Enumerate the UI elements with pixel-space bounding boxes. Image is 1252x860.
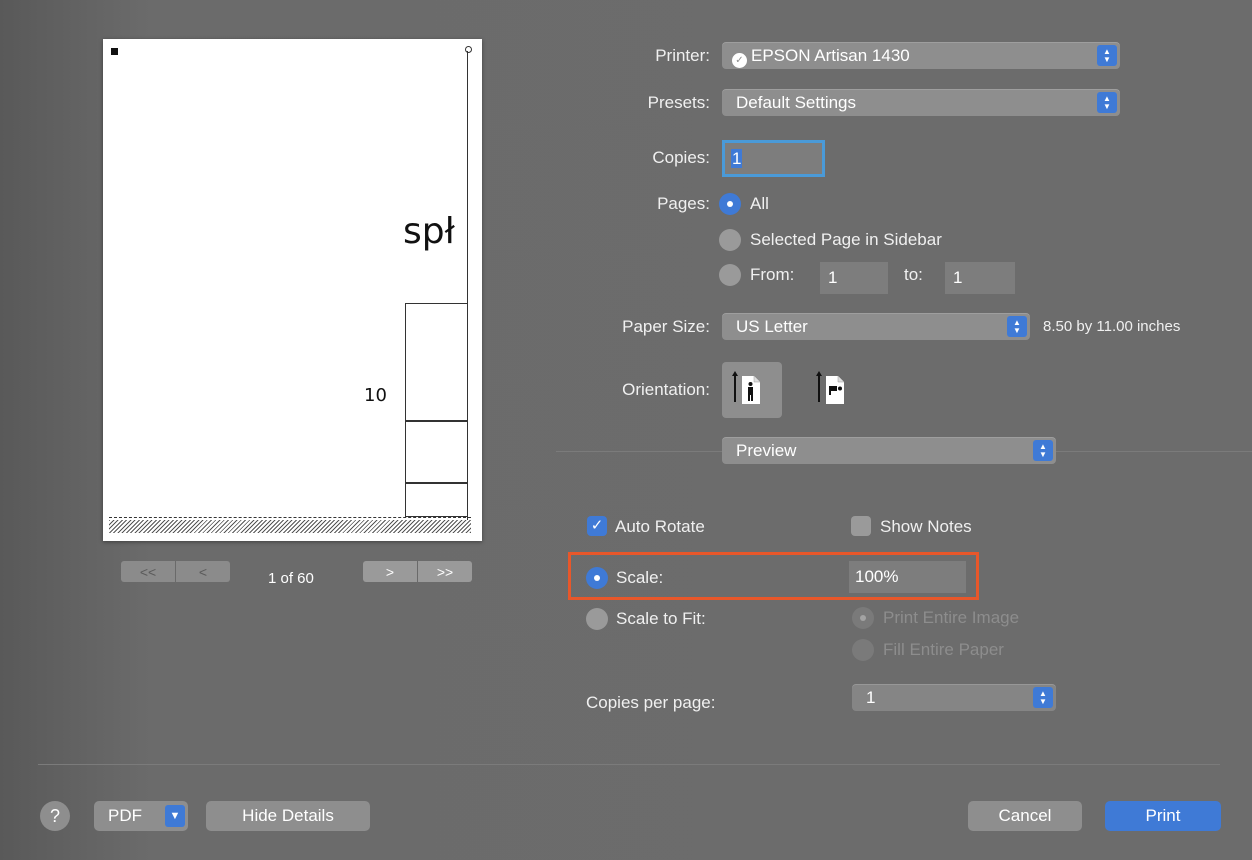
print-entire-image-radio[interactable] bbox=[852, 607, 874, 629]
pdf-label: PDF bbox=[108, 806, 142, 825]
printer-stepper-icon: ▲ ▼ bbox=[1097, 45, 1117, 66]
pages-all-label: All bbox=[750, 194, 769, 213]
section-popup[interactable]: Preview ▲ ▼ bbox=[722, 437, 1056, 464]
pages-selected-radio[interactable] bbox=[719, 229, 741, 251]
page-indicator: 1 of 60 bbox=[268, 570, 314, 587]
copies-per-page-popup[interactable]: 1 ▲ ▼ bbox=[852, 684, 1056, 711]
show-notes-label: Show Notes bbox=[880, 517, 972, 536]
paper-size-label: Paper Size: bbox=[622, 317, 710, 336]
fill-entire-paper-radio[interactable] bbox=[852, 639, 874, 661]
first-page-button[interactable]: << bbox=[121, 561, 175, 582]
pages-from-field[interactable]: 1 bbox=[820, 262, 888, 294]
page-nav-forward: > >> bbox=[363, 561, 472, 582]
pdf-button[interactable]: PDF ▼ bbox=[94, 801, 188, 831]
pages-from-label: From: bbox=[750, 265, 795, 284]
copies-per-page-label: Copies per page: bbox=[586, 693, 716, 712]
paper-size-popup[interactable]: US Letter ▲ ▼ bbox=[722, 313, 1030, 340]
print-dialog: spł 10 << < 1 of 60 > >> Printer: ✓ EPSON… bbox=[0, 0, 1252, 860]
pages-to-field[interactable]: 1 bbox=[945, 262, 1015, 294]
print-button[interactable]: Print bbox=[1105, 801, 1221, 831]
preview-table-rule bbox=[405, 420, 467, 422]
page-preview: spł 10 bbox=[103, 39, 482, 541]
page-nav-back: << < bbox=[121, 561, 230, 582]
preview-snippet-word: spł bbox=[403, 211, 455, 252]
preview-hatch-band bbox=[109, 520, 471, 533]
corner-mark bbox=[111, 48, 118, 55]
show-notes-checkbox[interactable] bbox=[851, 516, 871, 536]
scale-to-fit-radio[interactable] bbox=[586, 608, 608, 630]
chevron-down-icon: ▼ bbox=[165, 805, 185, 827]
preview-snippet-number: 10 bbox=[364, 385, 387, 406]
last-page-button[interactable]: >> bbox=[417, 561, 472, 582]
previous-page-button[interactable]: < bbox=[175, 561, 230, 582]
section-popup-value: Preview bbox=[736, 441, 797, 460]
preview-dashed-line bbox=[109, 517, 471, 518]
presets-value: Default Settings bbox=[736, 93, 857, 112]
pages-all-radio[interactable] bbox=[719, 193, 741, 215]
paper-size-stepper-icon: ▲ ▼ bbox=[1007, 316, 1027, 337]
portrait-orientation-button[interactable] bbox=[722, 362, 782, 418]
preview-vertical-line bbox=[467, 51, 468, 521]
printer-sharing-icon: ✓ bbox=[732, 53, 747, 68]
presets-popup[interactable]: Default Settings ▲ ▼ bbox=[722, 89, 1120, 116]
auto-rotate-checkbox[interactable]: ✓ bbox=[587, 516, 607, 536]
hide-details-button[interactable]: Hide Details bbox=[206, 801, 370, 831]
pages-to-label: to: bbox=[904, 265, 923, 284]
scale-highlight-annotation bbox=[568, 552, 979, 600]
orientation-label: Orientation: bbox=[622, 380, 710, 399]
copies-per-page-value: 1 bbox=[866, 688, 876, 707]
paper-size-value: US Letter bbox=[736, 317, 808, 336]
print-entire-image-label: Print Entire Image bbox=[883, 608, 1020, 627]
printer-name: EPSON Artisan 1430 bbox=[751, 46, 910, 65]
portrait-orientation-icon bbox=[732, 371, 760, 404]
pages-from-radio[interactable] bbox=[719, 264, 741, 286]
copies-field[interactable]: 1 bbox=[722, 140, 825, 177]
landscape-orientation-button[interactable] bbox=[806, 362, 866, 418]
presets-label: Presets: bbox=[647, 93, 710, 112]
printer-label: Printer: bbox=[655, 46, 710, 65]
footer-separator bbox=[38, 764, 1220, 765]
copies-label: Copies: bbox=[652, 148, 710, 167]
preview-table-rule bbox=[405, 482, 467, 484]
preview-table bbox=[405, 303, 467, 517]
pages-label: Pages: bbox=[657, 194, 710, 213]
paper-dimensions: 8.50 by 11.00 inches bbox=[1043, 318, 1181, 335]
landscape-orientation-icon bbox=[816, 371, 844, 404]
help-button[interactable]: ? bbox=[40, 801, 70, 831]
pages-selected-label: Selected Page in Sidebar bbox=[750, 230, 942, 249]
fill-entire-paper-label: Fill Entire Paper bbox=[883, 640, 1004, 659]
scale-to-fit-label: Scale to Fit: bbox=[616, 609, 706, 628]
next-page-button[interactable]: > bbox=[363, 561, 417, 582]
copies-per-page-stepper-icon: ▲ ▼ bbox=[1033, 687, 1053, 708]
auto-rotate-label: Auto Rotate bbox=[615, 517, 705, 536]
printer-popup[interactable]: ✓ EPSON Artisan 1430 ▲ ▼ bbox=[722, 42, 1120, 69]
cancel-button[interactable]: Cancel bbox=[968, 801, 1082, 831]
copies-value: 1 bbox=[731, 149, 743, 168]
presets-stepper-icon: ▲ ▼ bbox=[1097, 92, 1117, 113]
section-stepper-icon: ▲ ▼ bbox=[1033, 440, 1053, 461]
